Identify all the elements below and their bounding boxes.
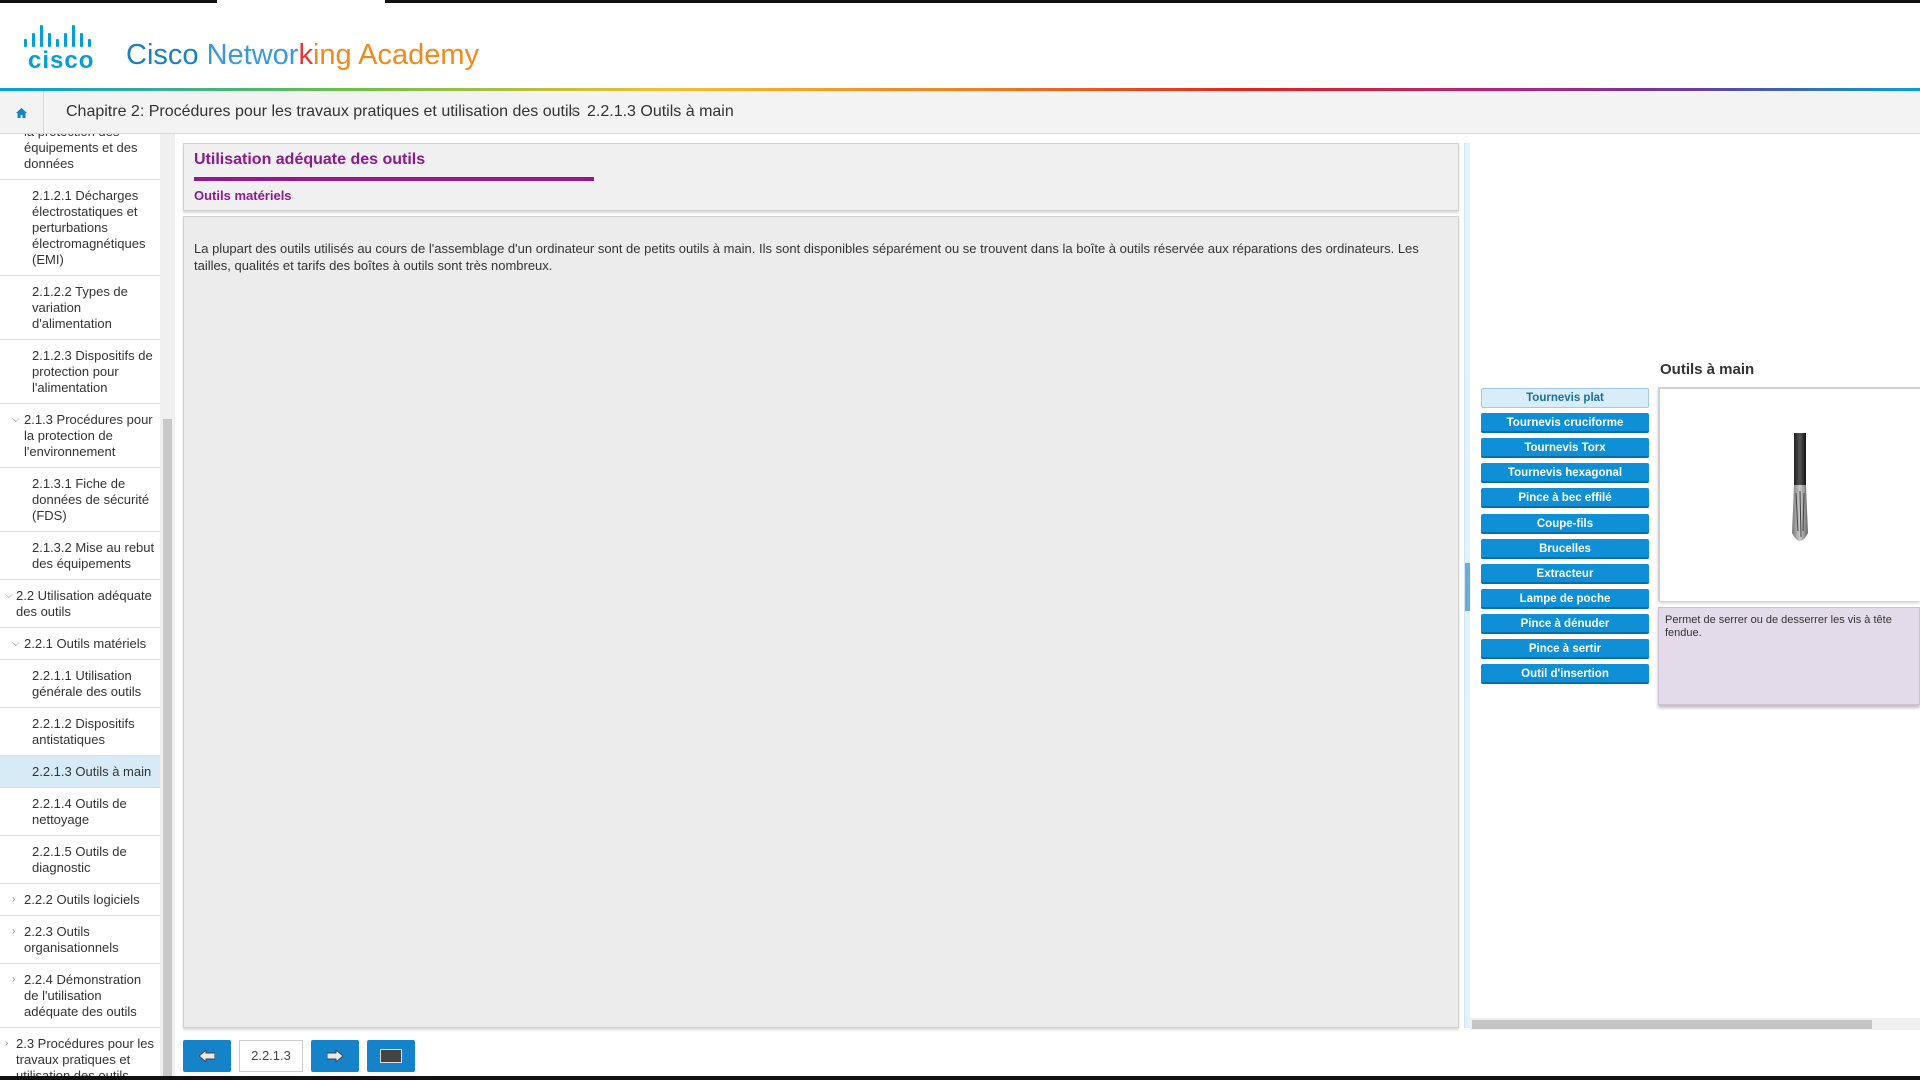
chevron-right-icon[interactable]: › <box>12 972 15 988</box>
fullscreen-icon <box>380 1049 402 1063</box>
sidebar-item-label: 2.2.1.2 Dispositifs antistatiques <box>32 716 135 747</box>
body-paragraph: La plupart des outils utilisés au cours … <box>194 241 1419 273</box>
chevron-right-icon[interactable]: › <box>12 924 15 940</box>
tool-image-frame <box>1658 387 1920 601</box>
sidebar-item-label: 2.1.2.1 Décharges électrostatiques et pe… <box>32 188 146 267</box>
tool-button[interactable]: Pince à dénuder <box>1481 613 1649 634</box>
sidebar-item-label: 2.2.1 Outils matériels <box>24 636 147 651</box>
nav-list: la protection des équipements et des don… <box>0 134 160 1078</box>
panel-scrollbar-thumb[interactable] <box>1472 1020 1872 1029</box>
title-underline <box>194 177 594 181</box>
sidebar-item-label: 2.3 Procédures pour les travaux pratique… <box>16 1036 155 1078</box>
chevron-down-icon[interactable]: ⌵ <box>5 588 13 604</box>
chevron-right-icon[interactable]: › <box>12 892 15 908</box>
header: cisco Cisco Networking Academy <box>0 3 1920 89</box>
sidebar-item[interactable]: › 2.3 Procédures pour les travaux pratiqu… <box>0 1028 160 1078</box>
tool-description-box: Permet de serrer ou de desserrer les vis… <box>1658 607 1920 705</box>
sidebar-item[interactable]: 2.1.3.1 Fiche de données de sécurité (FD… <box>0 468 160 532</box>
sidebar-item-label: la protection des équipements et des don… <box>24 134 138 171</box>
content-body: La plupart des outils utilisés au cours … <box>183 216 1459 1028</box>
sidebar-item-label: 2.2.4 Démonstration de l'utilisation adé… <box>24 972 142 1019</box>
sidebar-item[interactable]: › 2.2.3 Outils organisationnels <box>0 916 160 964</box>
sidebar-item[interactable]: 2.1.3.2 Mise au rebut des équipements <box>0 532 160 580</box>
breadcrumb-chapter[interactable]: Chapitre 2: Procédures pour les travaux … <box>66 103 580 121</box>
sidebar-item[interactable]: 2.1.2.3 Dispositifs de protection pour l… <box>0 340 160 404</box>
tool-description: Permet de serrer ou de desserrer les vis… <box>1665 614 1892 639</box>
home-button[interactable] <box>0 91 44 134</box>
page-title: Utilisation adéquate des outils <box>194 151 426 168</box>
sidebar-item[interactable]: › 2.2.4 Démonstration de l'utilisation ad… <box>0 964 160 1028</box>
sidebar-scrollbar-thumb[interactable] <box>163 419 172 1078</box>
cisco-logo-word: cisco <box>28 47 95 74</box>
arrow-left-icon <box>199 1050 215 1062</box>
sidebar-item[interactable]: 2.1.2.1 Décharges électrostatiques et pe… <box>0 180 160 276</box>
sidebar-item-label: 2.1.3.2 Mise au rebut des équipements <box>32 540 155 571</box>
chevron-down-icon[interactable]: ⌵ <box>12 636 20 652</box>
home-icon <box>16 107 27 118</box>
flat-screwdriver-image <box>1792 433 1808 541</box>
tool-button[interactable]: Tournevis Torx <box>1481 438 1649 459</box>
sidebar-item[interactable]: 2.2.1.3 Outils à main <box>0 756 160 788</box>
sidebar-item-label: 2.2.1.5 Outils de diagnostic <box>32 844 127 875</box>
tool-button[interactable]: Outil d'insertion <box>1481 664 1649 685</box>
sidebar-item[interactable]: 2.2.1.1 Utilisation générale des outils <box>0 660 160 708</box>
sidebar-item[interactable]: ⌵ 2.1.3 Procédures pour la protection de … <box>0 404 160 468</box>
cisco-logo[interactable]: cisco <box>24 25 110 74</box>
sidebar-item[interactable]: la protection des équipements et des don… <box>0 134 160 180</box>
tool-button[interactable]: Tournevis plat <box>1481 388 1649 408</box>
sidebar-item[interactable]: 2.1.2.2 Types de variation d'alimentatio… <box>0 276 160 340</box>
sidebar-item-label: 2.1.2.3 Dispositifs de protection pour l… <box>32 348 153 395</box>
sidebar-item-label: 2.2.2 Outils logiciels <box>24 892 140 907</box>
arrow-right-icon <box>327 1050 343 1062</box>
chevron-right-icon[interactable]: › <box>5 1036 8 1052</box>
academy-title: Cisco Networking Academy <box>126 39 479 71</box>
sidebar-item-label: 2.1.3 Procédures pour la protection de l… <box>24 412 153 459</box>
page-number-field[interactable]: 2.2.1.3 <box>239 1040 303 1072</box>
content-header: Utilisation adéquate des outils Outils m… <box>183 143 1459 211</box>
fullscreen-button[interactable] <box>367 1040 415 1072</box>
bottom-border <box>0 1076 1920 1080</box>
tool-button[interactable]: Pince à sertir <box>1481 639 1649 659</box>
page-subtitle: Outils matériels <box>194 188 292 203</box>
chevron-down-icon[interactable]: ⌵ <box>12 412 20 428</box>
breadcrumb-current: 2.2.1.3 Outils à main <box>587 103 734 120</box>
breadcrumb: Chapitre 2: Procédures pour les travaux … <box>0 91 1920 134</box>
sidebar-nav: la protection des équipements et des don… <box>0 134 175 1078</box>
tool-button[interactable]: Coupe-fils <box>1481 513 1649 534</box>
sidebar-item[interactable]: ⌵ 2.2.1 Outils matériels <box>0 628 160 660</box>
tool-button[interactable]: Brucelles <box>1481 538 1649 559</box>
sidebar-item-label: 2.2.1.3 Outils à main <box>32 764 152 779</box>
sidebar-item[interactable]: 2.2.1.5 Outils de diagnostic <box>0 836 160 884</box>
tool-button[interactable]: Tournevis cruciforme <box>1481 413 1649 434</box>
next-page-button[interactable] <box>311 1040 359 1072</box>
panel-title: Outils à main <box>1660 361 1755 378</box>
sidebar-item-label: 2.2.3 Outils organisationnels <box>24 924 119 955</box>
sidebar-item-label: 2.1.2.2 Types de variation d'alimentatio… <box>32 284 128 331</box>
sidebar-scrollbar[interactable] <box>160 134 175 1078</box>
sidebar-item-label: 2.2.1.1 Utilisation générale des outils <box>32 668 142 699</box>
sidebar-item-label: 2.1.3.1 Fiche de données de sécurité (FD… <box>32 476 150 523</box>
sidebar-item-label: 2.2 Utilisation adéquate des outils <box>16 588 152 619</box>
sidebar-item[interactable]: 2.2.1.2 Dispositifs antistatiques <box>0 708 160 756</box>
breadcrumb-separator: › <box>570 102 576 119</box>
previous-page-button[interactable] <box>183 1040 231 1072</box>
tool-button[interactable]: Tournevis hexagonal <box>1481 463 1649 484</box>
tool-button[interactable]: Lampe de poche <box>1481 588 1649 609</box>
panel-horizontal-scrollbar[interactable] <box>1470 1018 1920 1030</box>
tool-button[interactable]: Extracteur <box>1481 563 1649 584</box>
sidebar-item-label: 2.2.1.4 Outils de nettoyage <box>32 796 127 827</box>
cisco-logo-bars <box>24 25 110 47</box>
tool-button[interactable]: Pince à bec effilé <box>1481 488 1649 509</box>
sidebar-item[interactable]: 2.2.1.4 Outils de nettoyage <box>0 788 160 836</box>
sidebar-item[interactable]: › 2.2.2 Outils logiciels <box>0 884 160 916</box>
sidebar-item[interactable]: ⌵ 2.2 Utilisation adéquate des outils <box>0 580 160 628</box>
